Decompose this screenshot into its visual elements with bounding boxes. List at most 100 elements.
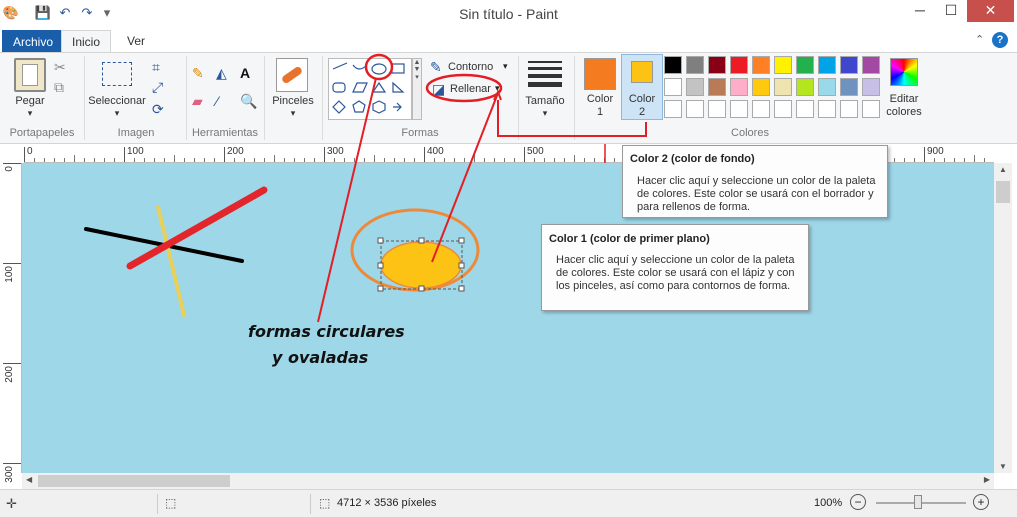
text-tool-icon[interactable]: A (240, 64, 250, 82)
color2-label[interactable]: Color (621, 93, 663, 105)
tab-view[interactable]: Ver (117, 30, 155, 52)
cut-icon[interactable]: ✂ (54, 58, 66, 76)
fill-button[interactable]: Rellenar (450, 83, 491, 95)
outline-button[interactable]: Contorno (448, 61, 493, 73)
vertical-scrollbar[interactable]: ▲ ▼ (994, 163, 1012, 473)
palette-swatch[interactable] (862, 56, 880, 74)
resize-handle (418, 237, 425, 244)
color1-number: 1 (596, 106, 604, 118)
outline-icon[interactable]: ✎ (430, 58, 442, 76)
paste-icon[interactable] (14, 58, 46, 92)
palette-swatch[interactable] (752, 100, 770, 118)
color-picker-icon[interactable]: ⁄ (216, 92, 218, 110)
select-dropdown-icon[interactable]: ▾ (86, 108, 148, 119)
ruler-minor-tick (894, 158, 895, 162)
palette-swatch[interactable] (774, 56, 792, 74)
eraser-icon[interactable]: ▰ (192, 92, 203, 110)
close-button[interactable]: ✕ (967, 0, 1014, 22)
brushes-button[interactable]: Pinceles (268, 95, 318, 107)
color1-swatch[interactable] (584, 58, 616, 90)
size-button[interactable]: Tamaño (522, 95, 568, 107)
size-icon[interactable] (528, 58, 562, 90)
palette-swatch[interactable] (796, 78, 814, 96)
palette-swatch[interactable] (840, 56, 858, 74)
scroll-right-icon[interactable]: ▶ (984, 475, 990, 484)
ruler-label: 100 (127, 146, 144, 157)
zoom-in-button[interactable]: + (973, 494, 989, 510)
rectangle-shape-icon (391, 63, 405, 74)
select-icon[interactable] (102, 62, 132, 86)
group-separator (518, 56, 519, 140)
zoom-slider-thumb[interactable] (914, 495, 922, 509)
copy-icon[interactable]: ⧉ (54, 78, 64, 96)
rotate-icon[interactable]: ⟳ (152, 100, 164, 118)
brushes-icon[interactable] (276, 58, 308, 92)
palette-swatch[interactable] (818, 100, 836, 118)
palette-swatch[interactable] (840, 78, 858, 96)
edit-colors-icon[interactable] (890, 58, 918, 86)
ruler-minor-tick (84, 158, 85, 162)
resize-icon[interactable]: ⤢ (152, 78, 163, 96)
palette-swatch[interactable] (796, 56, 814, 74)
minimize-button[interactable]: ─ (905, 0, 935, 22)
filled-oval (380, 241, 462, 289)
help-icon[interactable]: ? (992, 32, 1008, 48)
crop-icon[interactable]: ⌗ (152, 58, 160, 76)
pencil-icon[interactable]: ✎ (192, 64, 204, 82)
zoom-out-button[interactable]: − (850, 494, 866, 510)
magnifier-icon[interactable]: 🔍 (240, 92, 257, 110)
palette-swatch[interactable] (818, 56, 836, 74)
palette-swatch[interactable] (862, 100, 880, 118)
palette-swatch[interactable] (752, 78, 770, 96)
collapse-ribbon-icon[interactable]: ⌃ (975, 33, 984, 46)
palette-swatch[interactable] (664, 78, 682, 96)
fill-dropdown-icon[interactable]: ▾ (495, 83, 500, 94)
palette-swatch[interactable] (774, 100, 792, 118)
paste-button[interactable]: Pegar (10, 95, 50, 107)
color2-swatch[interactable] (631, 61, 653, 83)
palette-swatch[interactable] (686, 78, 704, 96)
outline-dropdown-icon[interactable]: ▾ (503, 61, 508, 72)
palette-swatch[interactable] (774, 78, 792, 96)
palette-swatch[interactable] (730, 56, 748, 74)
tab-home[interactable]: Inicio (61, 30, 112, 53)
polygon-shape-icon (352, 82, 368, 93)
palette-swatch[interactable] (664, 56, 682, 74)
scroll-left-icon[interactable]: ◀ (26, 475, 32, 484)
palette-swatch[interactable] (730, 100, 748, 118)
tab-file[interactable]: Archivo (2, 30, 65, 52)
ruler-minor-tick (94, 158, 95, 162)
shapes-scroll[interactable]: ▲ ▼ ▾ (412, 58, 422, 120)
scroll-down-icon[interactable]: ▼ (994, 462, 1012, 471)
palette-swatch[interactable] (708, 56, 726, 74)
fill-icon[interactable]: ◪ (432, 80, 445, 98)
palette-swatch[interactable] (796, 100, 814, 118)
palette-swatch[interactable] (730, 78, 748, 96)
palette-swatch[interactable] (708, 100, 726, 118)
palette-swatch[interactable] (664, 100, 682, 118)
paste-dropdown-icon[interactable]: ▾ (10, 108, 50, 119)
color1-label[interactable]: Color (580, 93, 620, 105)
palette-swatch[interactable] (818, 78, 836, 96)
palette-swatch[interactable] (840, 100, 858, 118)
ruler-minor-tick (974, 155, 975, 162)
maximize-button[interactable]: ☐ (936, 0, 966, 22)
palette-swatch[interactable] (708, 78, 726, 96)
horizontal-scrollbar[interactable]: ◀ ▶ (22, 473, 994, 489)
vertical-scroll-thumb[interactable] (996, 181, 1010, 203)
palette-swatch[interactable] (686, 56, 704, 74)
palette-swatch[interactable] (686, 100, 704, 118)
group-label-clipboard: Portapapeles (9, 127, 75, 139)
select-button[interactable]: Seleccionar (86, 95, 148, 107)
palette-swatch[interactable] (862, 78, 880, 96)
horizontal-scroll-thumb[interactable] (38, 475, 230, 487)
ruler-minor-tick (574, 155, 575, 162)
size-dropdown-icon[interactable]: ▾ (522, 108, 568, 119)
fill-bucket-icon[interactable]: ◭ (216, 64, 227, 82)
edit-colors-button[interactable]: Editar (880, 93, 928, 105)
palette-swatch[interactable] (752, 56, 770, 74)
resize-handle (377, 285, 384, 292)
line-shape-icon (332, 62, 348, 70)
scroll-up-icon[interactable]: ▲ (994, 165, 1012, 174)
brushes-dropdown-icon[interactable]: ▾ (268, 108, 318, 119)
